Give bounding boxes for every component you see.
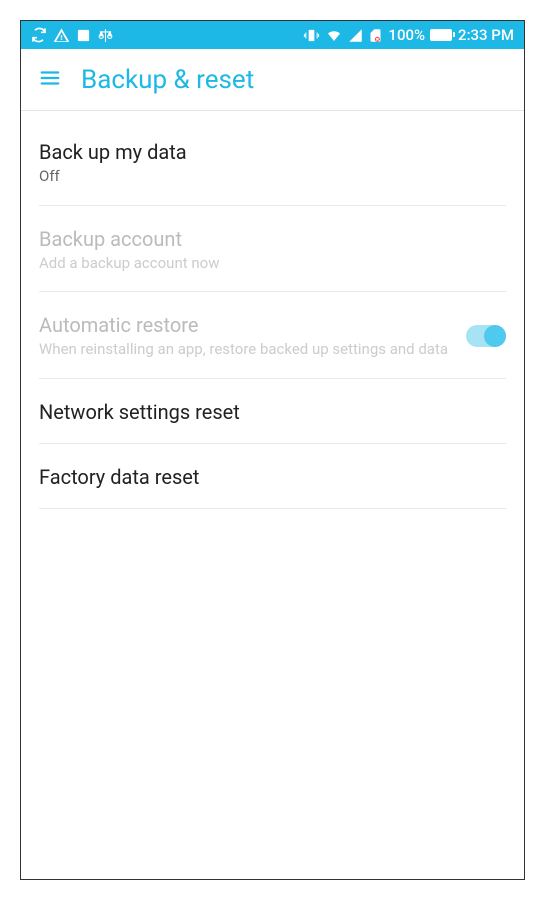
balance-icon [97, 27, 114, 44]
sync-icon [31, 27, 47, 43]
status-bar: 100% 2:33 PM [21, 21, 524, 49]
signal-icon [348, 28, 363, 43]
wifi-icon [325, 26, 343, 44]
warning-icon [53, 27, 70, 44]
app-bar: Backup & reset [21, 49, 524, 111]
setting-title: Factory data reset [39, 464, 506, 490]
setting-factory-reset[interactable]: Factory data reset [39, 444, 506, 509]
battery-icon [430, 29, 453, 41]
settings-list: Back up my data Off Backup account Add a… [21, 111, 524, 509]
setting-subtitle: Add a backup account now [39, 254, 506, 274]
setting-title: Backup account [39, 226, 506, 252]
setting-subtitle: Off [39, 167, 506, 187]
sd-card-icon [368, 28, 383, 43]
setting-title: Network settings reset [39, 399, 506, 425]
setting-network-reset[interactable]: Network settings reset [39, 379, 506, 444]
image-icon [76, 28, 91, 43]
setting-backup-account: Backup account Add a backup account now [39, 206, 506, 293]
battery-percent: 100% [388, 26, 425, 44]
setting-automatic-restore: Automatic restore When reinstalling an a… [39, 292, 506, 379]
automatic-restore-toggle[interactable] [466, 325, 506, 347]
vibrate-icon [303, 27, 320, 44]
setting-subtitle: When reinstalling an app, restore backed… [39, 340, 454, 360]
page-title: Backup & reset [81, 65, 254, 95]
setting-title: Back up my data [39, 139, 506, 165]
setting-title: Automatic restore [39, 312, 454, 338]
menu-icon[interactable] [39, 67, 61, 93]
setting-backup-my-data[interactable]: Back up my data Off [39, 111, 506, 206]
status-time: 2:33 PM [458, 26, 514, 44]
